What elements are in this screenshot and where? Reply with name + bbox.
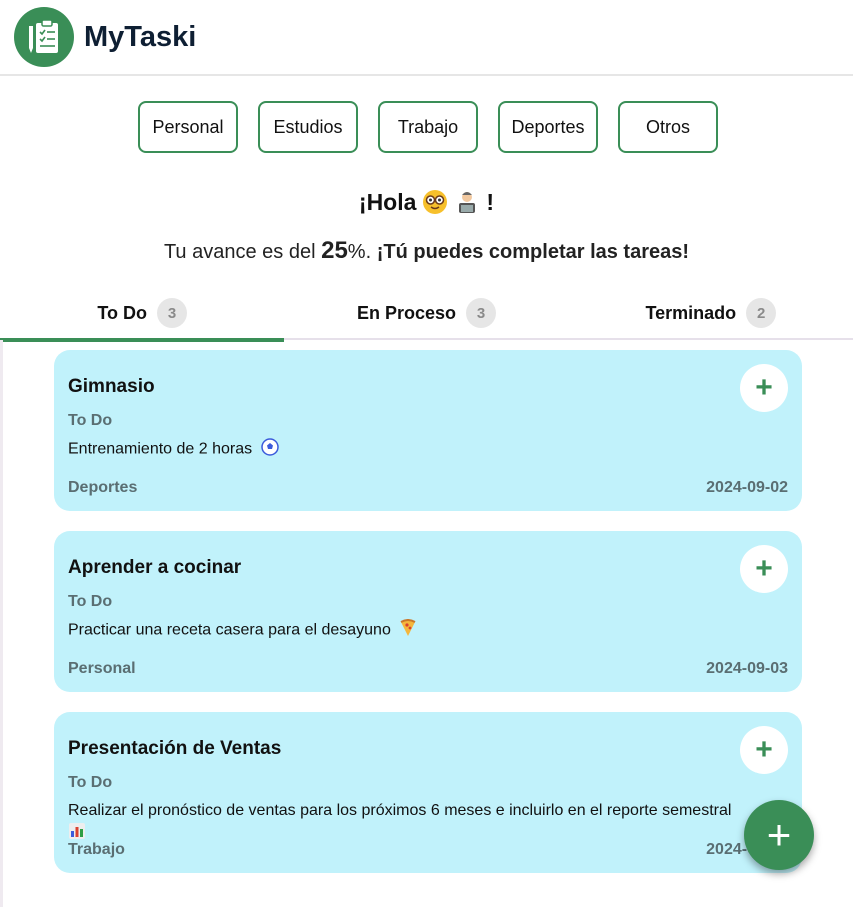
- task-status: To Do: [68, 412, 113, 429]
- greeting: ¡Hola !: [0, 187, 853, 217]
- task-title: Gimnasio: [68, 376, 155, 397]
- tab-label: To Do: [97, 302, 147, 323]
- task-description: Entrenamiento de 2 horas: [68, 438, 279, 461]
- greeting-text: ¡Hola: [358, 188, 417, 215]
- task-title: Aprender a cocinar: [68, 557, 242, 578]
- category-filter-bar: Personal Estudios Trabajo Deportes Otros: [3, 101, 853, 153]
- progress-unit: %.: [347, 241, 372, 263]
- task-description-text: Realizar el pronóstico de ventas para lo…: [68, 802, 732, 819]
- technologist-icon: [454, 189, 480, 215]
- task-category: Personal: [68, 660, 136, 677]
- app-title: MyTaski: [84, 20, 197, 53]
- add-task-fab[interactable]: +: [744, 800, 814, 870]
- progress-encouragement: ¡Tú puedes completar las tareas!: [376, 241, 690, 263]
- task-description-text: Entrenamiento de 2 horas: [68, 440, 253, 458]
- task-status: To Do: [68, 593, 113, 610]
- tab-todo[interactable]: To Do 3: [0, 286, 285, 342]
- tab-count-badge: 3: [466, 298, 497, 328]
- category-button-deportes[interactable]: Deportes: [498, 101, 598, 153]
- task-card[interactable]: Presentación de Ventas To Do Realizar el…: [54, 712, 802, 873]
- add-button[interactable]: +: [740, 726, 788, 774]
- pizza-icon: [399, 619, 417, 642]
- tab-count-badge: 2: [746, 298, 777, 328]
- task-title: Presentación de Ventas: [68, 738, 282, 759]
- task-card[interactable]: Gimnasio To Do Entrenamiento de 2 horas …: [54, 350, 802, 511]
- task-list[interactable]: Gimnasio To Do Entrenamiento de 2 horas …: [0, 340, 853, 907]
- nerd-face-icon: [422, 189, 448, 215]
- task-description: Realizar el pronóstico de ventas para lo…: [68, 800, 808, 847]
- category-button-trabajo[interactable]: Trabajo: [378, 101, 478, 153]
- progress-value: 25: [321, 237, 348, 264]
- task-date: 2024-09-02: [706, 479, 788, 496]
- clipboard-logo-icon: [14, 7, 74, 67]
- task-date: 2024-09-03: [706, 660, 788, 677]
- add-button[interactable]: +: [740, 364, 788, 412]
- greeting-suffix: !: [486, 188, 495, 215]
- app-bar: MyTaski: [0, 0, 853, 76]
- task-status: To Do: [68, 774, 113, 791]
- progress-message: Tu avance es del 25%. ¡Tú puedes complet…: [0, 237, 853, 265]
- tab-label: En Proceso: [356, 302, 457, 323]
- task-description-text: Practicar una receta casera para el desa…: [68, 621, 391, 639]
- task-description: Practicar una receta casera para el desa…: [68, 619, 417, 642]
- tab-count-badge: 3: [156, 298, 187, 328]
- task-card[interactable]: Aprender a cocinar To Do Practicar una r…: [54, 531, 802, 692]
- tab-label: Terminado: [645, 302, 737, 323]
- category-button-personal[interactable]: Personal: [138, 101, 238, 153]
- soccer-ball-icon: [260, 438, 279, 461]
- category-button-otros[interactable]: Otros: [618, 101, 718, 153]
- category-button-estudios[interactable]: Estudios: [258, 101, 358, 153]
- tab-en-proceso[interactable]: En Proceso 3: [284, 286, 568, 340]
- task-category: Deportes: [68, 479, 138, 496]
- add-button[interactable]: +: [740, 545, 788, 593]
- task-category: Trabajo: [68, 841, 125, 858]
- progress-prefix: Tu avance es del: [163, 241, 316, 263]
- status-tabs: To Do 3 En Proceso 3 Terminado 2: [0, 286, 853, 342]
- tab-terminado[interactable]: Terminado 2: [569, 286, 853, 340]
